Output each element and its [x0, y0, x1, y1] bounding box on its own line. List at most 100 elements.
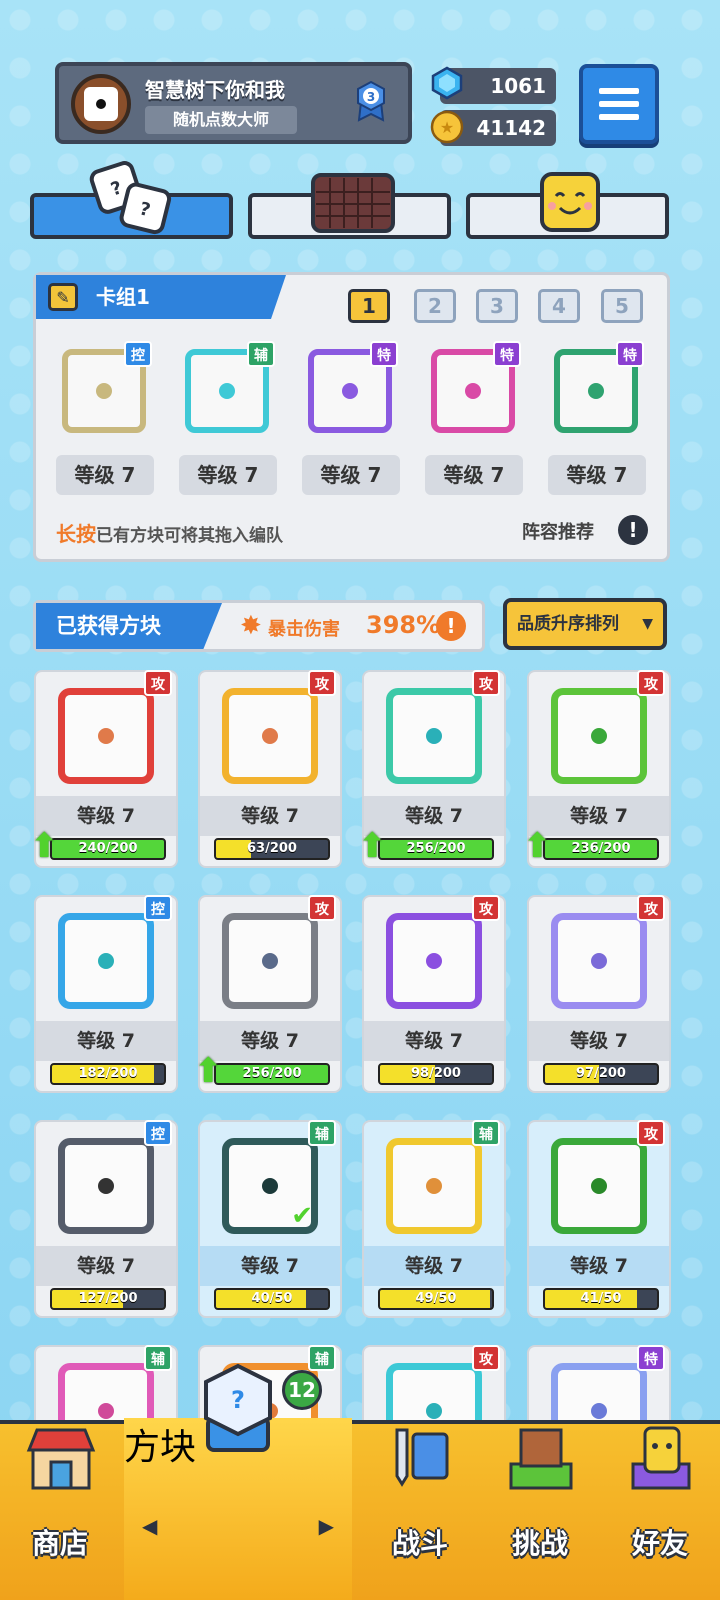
deck-number-1[interactable]: 1: [348, 289, 390, 323]
block-type-tag: 攻: [637, 895, 665, 921]
deck-number-3[interactable]: 3: [476, 289, 518, 323]
tip-highlight: 长按: [56, 522, 96, 546]
deck-number-2[interactable]: 2: [414, 289, 456, 323]
avatar[interactable]: [71, 74, 131, 134]
progress-bar: 256/200: [214, 1063, 330, 1085]
nav-left-arrow-icon[interactable]: ◀: [142, 1514, 157, 1538]
block-tile: [58, 1138, 154, 1234]
progress-bar: 41/50: [543, 1288, 659, 1310]
block-dot: [465, 383, 481, 399]
upgrade-arrow-icon[interactable]: ⬆: [358, 828, 392, 864]
block-level: 等级 7: [364, 1246, 504, 1286]
block-type-tag: 特: [616, 341, 644, 367]
block-dot: [591, 728, 607, 744]
caret-down-icon: ▼: [642, 616, 653, 632]
block-type-tag: 攻: [144, 670, 172, 696]
block-type-tag: 攻: [472, 1345, 500, 1371]
deck-slot-level: 等级 7: [548, 455, 646, 495]
nav-friends[interactable]: 好友: [600, 1424, 720, 1600]
block-card[interactable]: ✔ 辅等级 7 40/50: [198, 1120, 342, 1318]
block-card[interactable]: 控等级 7 127/200: [34, 1120, 178, 1318]
deck-slot[interactable]: 特: [546, 341, 644, 437]
block-level: 等级 7: [36, 1021, 176, 1061]
block-card[interactable]: 攻等级 7 63/200: [198, 670, 342, 868]
block-level: 等级 7: [36, 1246, 176, 1286]
block-card[interactable]: 攻等级 7 256/200 ⬆: [358, 670, 506, 868]
progress-bar: 40/50: [214, 1288, 330, 1310]
nav-challenge-label: 挑战: [511, 1527, 568, 1560]
block-type-tag: 控: [144, 895, 172, 921]
edit-pencil-icon[interactable]: ✎: [48, 283, 78, 311]
block-dot: [591, 1403, 607, 1419]
gem-icon: [431, 66, 463, 100]
mystery-block-icon: ?: [204, 1363, 272, 1452]
block-type-tag: 攻: [637, 1120, 665, 1146]
block-dot: [426, 1178, 442, 1194]
block-type-tag: 辅: [472, 1120, 500, 1146]
block-type-tag: 攻: [472, 670, 500, 696]
upgrade-arrow-icon[interactable]: ⬆: [523, 828, 557, 864]
board-tab-icon: [311, 173, 395, 233]
player-title: 随机点数大师: [145, 106, 297, 134]
progress-text: 41/50: [580, 1291, 622, 1306]
block-type-tag: 辅: [247, 341, 275, 367]
block-dot: [426, 953, 442, 969]
block-tile: [58, 913, 154, 1009]
block-card[interactable]: 攻等级 7 97/200: [527, 895, 671, 1093]
player-nickname: 智慧树下你和我: [145, 78, 285, 102]
deck-number-4[interactable]: 4: [538, 289, 580, 323]
block-level: 等级 7: [529, 1246, 669, 1286]
svg-text:?: ?: [231, 1386, 245, 1414]
block-tile: [386, 1138, 482, 1234]
block-dot: [342, 383, 358, 399]
nav-right-arrow-icon[interactable]: ▶: [319, 1514, 334, 1538]
upgrade-arrow-icon[interactable]: ⬆: [194, 1053, 228, 1089]
deck-slot[interactable]: 辅: [177, 341, 275, 437]
player-profile-panel[interactable]: 智慧树下你和我 随机点数大师 3: [55, 62, 412, 144]
block-dot: [98, 1403, 114, 1419]
block-tile: [386, 913, 482, 1009]
nav-battle[interactable]: 战斗: [360, 1424, 480, 1600]
progress-text: 127/200: [78, 1291, 138, 1306]
main-menu-button[interactable]: [579, 64, 659, 144]
deck-slot[interactable]: 控: [54, 341, 152, 437]
info-icon[interactable]: !: [618, 515, 648, 545]
menu-line-icon: [599, 114, 639, 120]
block-card[interactable]: 攻等级 7 41/50: [527, 1120, 671, 1318]
lineup-recommend-link[interactable]: 阵容推荐: [522, 518, 594, 544]
deck-number-5[interactable]: 5: [601, 289, 643, 323]
sort-button[interactable]: 品质升序排列 ▼: [503, 598, 667, 650]
progress-bar: 236/200: [543, 838, 659, 860]
progress-text: 63/200: [247, 841, 297, 856]
block-level: 等级 7: [200, 1246, 340, 1286]
crit-burst-icon: ✸: [240, 611, 262, 641]
deck-slot[interactable]: 特: [423, 341, 521, 437]
upgrade-arrow-icon[interactable]: ⬆: [30, 828, 64, 864]
block-dot: [588, 383, 604, 399]
block-card[interactable]: 攻等级 7 256/200 ⬆: [194, 895, 342, 1093]
nav-shop[interactable]: 商店: [0, 1424, 120, 1600]
nav-friends-label: 好友: [631, 1527, 688, 1560]
block-tile: [58, 688, 154, 784]
block-tile: [551, 913, 647, 1009]
menu-line-icon: [599, 88, 639, 94]
block-type-tag: 特: [637, 1345, 665, 1371]
smiley-tab-icon: [540, 172, 600, 232]
progress-bar: 256/200: [378, 838, 494, 860]
block-dot: [262, 953, 278, 969]
friends-icon: [631, 1426, 691, 1490]
nav-challenge[interactable]: 挑战: [480, 1424, 600, 1600]
block-card[interactable]: 辅等级 7 49/50: [362, 1120, 506, 1318]
block-type-tag: 辅: [144, 1345, 172, 1371]
block-card[interactable]: 攻等级 7 98/200: [362, 895, 506, 1093]
deck-slot[interactable]: 特: [300, 341, 398, 437]
block-card[interactable]: 控等级 7 182/200: [34, 895, 178, 1093]
crit-info-icon[interactable]: !: [436, 611, 466, 641]
tip-text: 已有方块可将其拖入编队: [96, 526, 283, 546]
block-type-tag: 攻: [472, 895, 500, 921]
block-type-tag: 控: [144, 1120, 172, 1146]
block-card[interactable]: 攻等级 7 240/200 ⬆: [30, 670, 178, 868]
nav-blocks[interactable]: ? ◀ ▶ 方块: [124, 1363, 352, 1600]
block-card[interactable]: 攻等级 7 236/200 ⬆: [523, 670, 671, 868]
block-type-tag: 攻: [637, 670, 665, 696]
